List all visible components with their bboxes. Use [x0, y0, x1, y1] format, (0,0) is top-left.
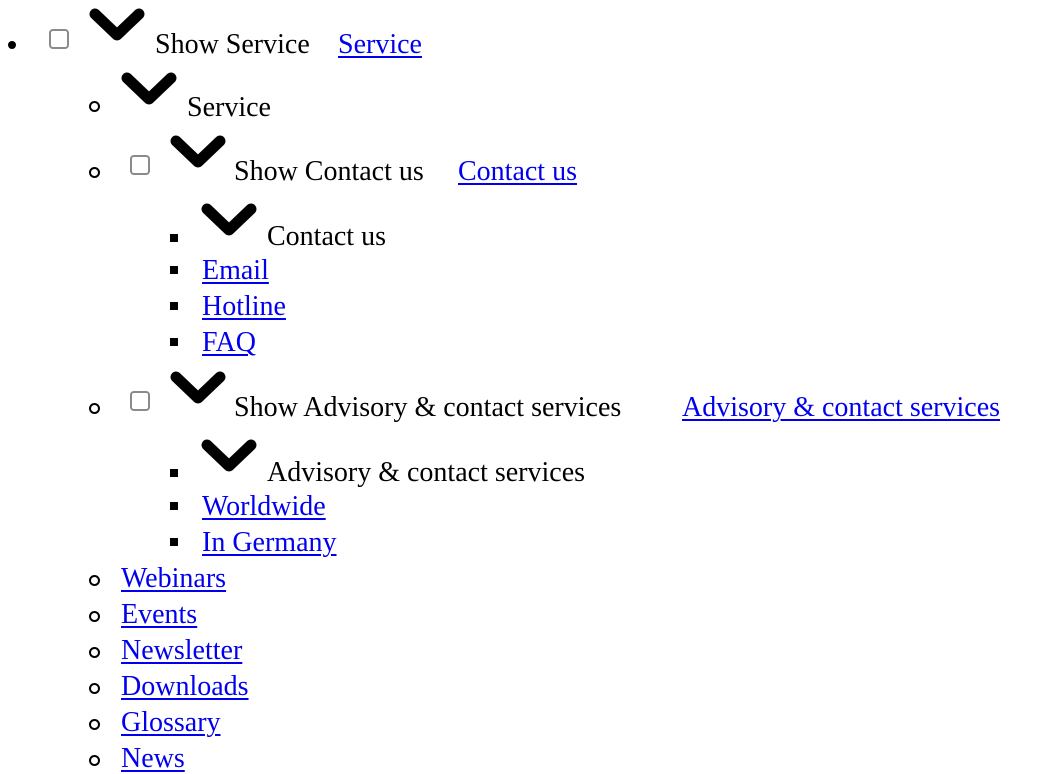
list-bullet	[170, 266, 178, 274]
list-bullet	[170, 469, 178, 477]
list-bullet	[89, 611, 100, 622]
in-germany-link[interactable]: In Germany	[202, 529, 337, 557]
advisory-link[interactable]: Advisory & contact services	[682, 394, 1000, 422]
chevron-down-icon[interactable]	[169, 132, 227, 170]
list-bullet	[170, 538, 178, 546]
list-bullet	[170, 302, 178, 310]
webinars-link[interactable]: Webinars	[121, 565, 226, 593]
newsletter-link[interactable]: Newsletter	[121, 637, 242, 665]
list-bullet	[8, 41, 16, 49]
show-advisory-label: Show Advisory & contact services	[234, 392, 622, 423]
contact-us-link[interactable]: Contact us	[458, 158, 577, 186]
worldwide-link[interactable]: Worldwide	[202, 493, 326, 521]
list-bullet	[170, 234, 178, 242]
chevron-down-icon[interactable]	[88, 5, 146, 43]
contact-us-heading: Contact us	[267, 221, 386, 252]
list-bullet	[89, 683, 100, 694]
advisory-heading: Advisory & contact services	[267, 457, 586, 488]
chevron-down-icon[interactable]	[169, 368, 227, 406]
service-link[interactable]: Service	[338, 31, 422, 59]
chevron-down-icon[interactable]	[200, 200, 258, 238]
list-bullet	[89, 167, 100, 178]
list-bullet	[170, 502, 178, 510]
list-bullet	[89, 101, 100, 112]
events-link[interactable]: Events	[121, 601, 197, 629]
downloads-link[interactable]: Downloads	[121, 673, 249, 701]
chevron-down-icon[interactable]	[120, 69, 178, 107]
news-link[interactable]: News	[121, 745, 185, 773]
hotline-link[interactable]: Hotline	[202, 293, 286, 321]
email-link[interactable]: Email	[202, 257, 269, 285]
list-bullet	[89, 647, 100, 658]
show-service-label: Show Service	[155, 29, 310, 60]
list-bullet	[89, 575, 100, 586]
faq-link[interactable]: FAQ	[202, 329, 256, 357]
service-heading: Service	[187, 92, 271, 123]
advisory-toggle-checkbox[interactable]	[130, 391, 150, 411]
show-contact-label: Show Contact us	[234, 156, 424, 187]
list-bullet	[89, 755, 100, 766]
list-bullet	[170, 338, 178, 346]
glossary-link[interactable]: Glossary	[121, 709, 221, 737]
chevron-down-icon[interactable]	[200, 436, 258, 474]
list-bullet	[89, 403, 100, 414]
service-toggle-checkbox[interactable]	[49, 29, 69, 49]
contact-toggle-checkbox[interactable]	[130, 155, 150, 175]
list-bullet	[89, 719, 100, 730]
